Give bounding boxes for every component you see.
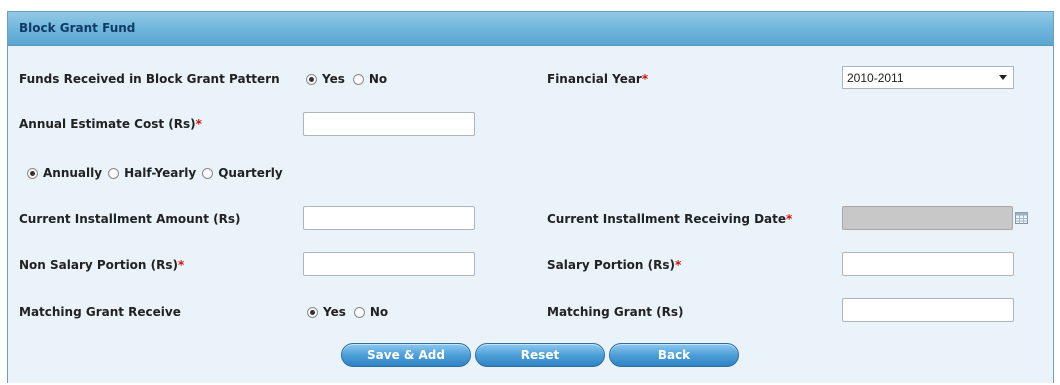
- frequency-annually-label[interactable]: Annually: [43, 166, 102, 180]
- annual-estimate-input[interactable]: [303, 112, 475, 136]
- funds-received-no-radio[interactable]: [352, 73, 364, 85]
- current-installment-date-input[interactable]: [842, 206, 1013, 230]
- reset-button[interactable]: Reset: [475, 343, 605, 367]
- frequency-quarterly-radio[interactable]: [202, 167, 214, 179]
- frequency-half-yearly-label[interactable]: Half-Yearly: [124, 166, 196, 180]
- non-salary-portion-label: Non Salary Portion (Rs)*: [19, 258, 185, 272]
- matching-grant-receive-radio-group: Yes No: [307, 305, 396, 319]
- frequency-radio-group: Annually Half-Yearly Quarterly: [27, 166, 291, 180]
- chevron-down-icon: [999, 75, 1007, 80]
- matching-grant-no-label[interactable]: No: [370, 305, 388, 319]
- financial-year-value: 2010-2011: [847, 70, 904, 85]
- matching-grant-no-radio[interactable]: [353, 306, 365, 318]
- current-installment-amount-label: Current Installment Amount (Rs): [19, 212, 241, 226]
- required-mark: *: [675, 258, 682, 272]
- funds-received-yes-label[interactable]: Yes: [322, 72, 345, 86]
- back-button[interactable]: Back: [609, 343, 739, 367]
- required-mark: *: [641, 72, 649, 86]
- matching-grant-yes-label[interactable]: Yes: [323, 305, 346, 319]
- funds-received-label: Funds Received in Block Grant Pattern: [19, 72, 280, 86]
- financial-year-select[interactable]: 2010-2011: [842, 66, 1014, 89]
- panel-title: Block Grant Fund: [8, 12, 1053, 46]
- funds-received-radio-group: Yes No: [306, 72, 395, 86]
- required-mark: *: [178, 258, 185, 272]
- matching-grant-yes-radio[interactable]: [307, 306, 318, 318]
- current-installment-date-label: Current Installment Receiving Date*: [547, 212, 793, 226]
- annual-estimate-label: Annual Estimate Cost (Rs)*: [19, 117, 202, 131]
- required-mark: *: [195, 117, 202, 131]
- frequency-half-yearly-radio[interactable]: [108, 167, 120, 179]
- funds-received-no-label[interactable]: No: [369, 72, 387, 86]
- matching-grant-label: Matching Grant (Rs): [547, 305, 684, 319]
- salary-portion-input[interactable]: [842, 252, 1014, 276]
- calendar-icon[interactable]: [1015, 212, 1028, 224]
- financial-year-label: Financial Year*: [547, 72, 649, 86]
- save-add-button[interactable]: Save & Add: [341, 343, 471, 367]
- funds-received-yes-radio[interactable]: [306, 73, 317, 85]
- frequency-annually-radio[interactable]: [27, 167, 38, 179]
- required-mark: *: [786, 212, 793, 226]
- frequency-quarterly-label[interactable]: Quarterly: [218, 166, 283, 180]
- current-installment-amount-input[interactable]: [303, 206, 475, 230]
- salary-portion-label: Salary Portion (Rs)*: [547, 258, 682, 272]
- non-salary-portion-input[interactable]: [303, 252, 475, 276]
- matching-grant-input[interactable]: [842, 298, 1014, 322]
- matching-grant-receive-label: Matching Grant Receive: [19, 305, 181, 319]
